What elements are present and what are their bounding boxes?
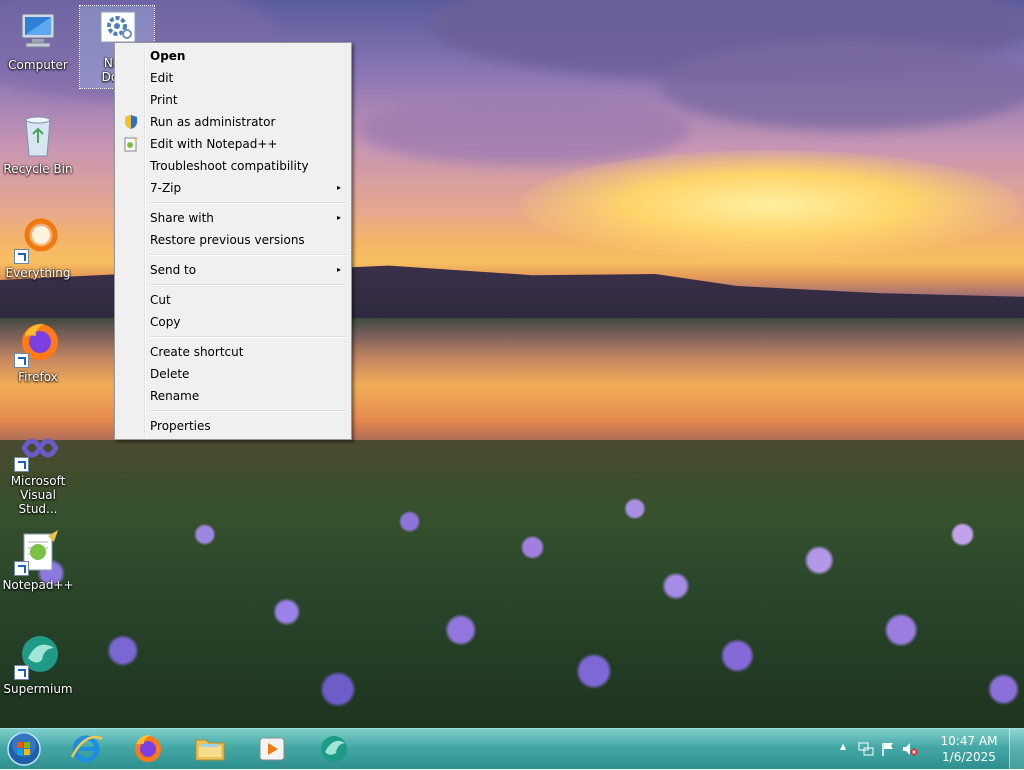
system-tray: ▲ 10:47 AM 1/6/2025 [834,729,1024,769]
taskbar: ▲ 10:47 AM 1/6/2025 [0,728,1024,769]
menu-item-label: Properties [150,419,211,433]
action-center-flag-icon[interactable] [880,741,896,760]
menu-item-7zip[interactable]: 7-Zip ▸ [117,177,349,199]
desktop-icon-label: Everything [5,266,71,280]
menu-item-share-with[interactable]: Share with ▸ [117,207,349,229]
menu-item-label: Restore previous versions [150,233,305,247]
volume-muted-icon[interactable] [902,741,918,760]
menu-item-troubleshoot-compatibility[interactable]: Troubleshoot compatibility [117,155,349,177]
menu-separator [149,336,347,338]
menu-item-restore-previous-versions[interactable]: Restore previous versions [117,229,349,251]
desktop-icon-label: Firefox [18,370,58,384]
shortcut-arrow-icon [14,665,29,680]
file-explorer-icon [195,739,225,761]
shortcut-arrow-icon [14,457,29,472]
everything-search-icon [14,216,62,264]
desktop-icon-label: Recycle Bin [3,162,73,176]
show-desktop-button[interactable] [1009,729,1024,769]
submenu-arrow-icon: ▸ [336,213,341,222]
shortcut-arrow-icon [14,353,29,368]
desktop-icon-everything[interactable]: Everything [0,216,76,280]
menu-item-label: Edit [150,71,174,85]
menu-separator [149,284,347,286]
menu-item-label: Rename [150,389,200,403]
menu-item-create-shortcut[interactable]: Create shortcut [117,341,349,363]
menu-item-send-to[interactable]: Send to ▸ [117,259,349,281]
menu-item-open[interactable]: Open [117,45,349,67]
menu-item-label: Create shortcut [150,345,244,359]
taskbar-clock[interactable]: 10:47 AM 1/6/2025 [934,733,1004,765]
taskbar-file-explorer[interactable] [184,731,236,767]
desktop-icon-computer[interactable]: Computer [0,8,76,72]
desktop-icon-label: Microsoft Visual Stud... [10,474,66,516]
desktop-icon-firefox[interactable]: Firefox [0,320,76,384]
computer-icon [14,8,62,56]
menu-item-label: Run as administrator [150,115,276,129]
menu-item-label: Send to [150,263,197,277]
menu-item-label: Cut [150,293,171,307]
menu-item-label: Share with [150,211,214,225]
taskbar-internet-explorer[interactable] [60,731,112,767]
supermium-icon [321,736,347,762]
menu-item-copy[interactable]: Copy [117,311,349,333]
menu-item-print[interactable]: Print [117,89,349,111]
taskbar-firefox[interactable] [122,731,174,767]
shortcut-arrow-icon [14,561,29,576]
desktop-icon-recycle-bin[interactable]: Recycle Bin [0,112,76,176]
desktop-icon-visual-studio[interactable]: Microsoft Visual Stud... [0,424,76,516]
submenu-arrow-icon: ▸ [336,265,341,274]
menu-item-run-as-administrator[interactable]: Run as administrator [117,111,349,133]
uac-shield-icon [123,114,139,130]
menu-separator [149,202,347,204]
menu-item-label: Print [150,93,178,107]
desktop-icon-notepadpp[interactable]: Notepad++ [0,528,76,592]
menu-item-edit-with-notepadpp[interactable]: Edit with Notepad++ [117,133,349,155]
menu-item-label: Edit with Notepad++ [150,137,278,151]
desktop-icon-label: Computer [8,58,68,72]
menu-item-cut[interactable]: Cut [117,289,349,311]
desktop-icon-label: Supermium [3,682,73,696]
internet-explorer-icon [70,735,103,763]
start-orb-icon [7,732,41,766]
menu-item-edit[interactable]: Edit [117,67,349,89]
clock-date: 1/6/2025 [942,750,996,764]
notepadpp-icon [123,136,139,152]
menu-separator [149,410,347,412]
shortcut-arrow-icon [14,249,29,264]
submenu-arrow-icon: ▸ [336,183,341,192]
menu-separator [149,254,347,256]
menu-item-label: Troubleshoot compatibility [150,159,309,173]
notepadpp-icon [14,528,62,576]
menu-item-label: Copy [150,315,181,329]
taskbar-media-player[interactable] [246,731,298,767]
clock-time: 10:47 AM [940,734,998,748]
menu-item-label: Delete [150,367,190,381]
recycle-bin-icon [14,112,62,160]
media-player-icon [259,737,285,761]
menu-item-label: 7-Zip [150,181,182,195]
visual-studio-icon [14,424,62,472]
firefox-icon [14,320,62,368]
taskbar-supermium[interactable] [308,731,360,767]
network-icon[interactable] [858,741,874,760]
tray-overflow-arrow-icon[interactable]: ▲ [840,742,846,751]
menu-item-properties[interactable]: Properties [117,415,349,437]
menu-item-rename[interactable]: Rename [117,385,349,407]
start-button[interactable] [4,731,44,767]
supermium-icon [14,632,62,680]
desktop-icon-label: Notepad++ [2,578,74,592]
desktop-icon-supermium[interactable]: Supermium [0,632,76,696]
context-menu: Open Edit Print Run as administrator Edi… [114,42,352,440]
firefox-icon [135,735,161,762]
menu-item-label: Open [150,49,186,63]
menu-item-delete[interactable]: Delete [117,363,349,385]
